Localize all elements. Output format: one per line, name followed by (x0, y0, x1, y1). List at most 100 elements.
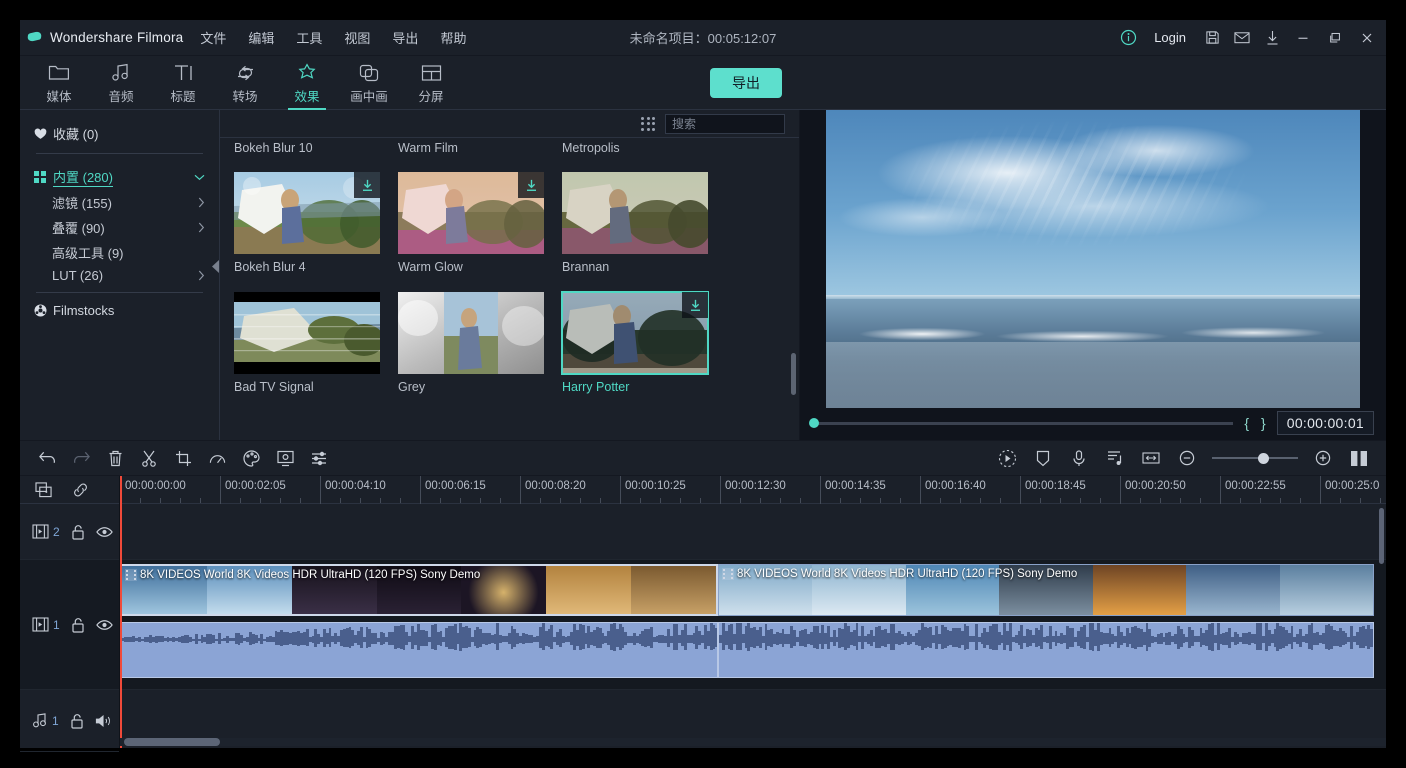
sidebar-item-filmstocks[interactable]: Filmstocks (20, 293, 219, 328)
effects-scroll-area[interactable]: Bokeh Blur 10 Warm Film Metropolis (220, 138, 799, 440)
effect-card-selected[interactable]: Harry Potter (562, 292, 708, 394)
redo-icon[interactable] (64, 443, 98, 473)
download-badge-icon[interactable] (682, 292, 708, 318)
scrub-track[interactable] (812, 422, 1233, 425)
maximize-button[interactable] (1320, 23, 1350, 53)
fit-timeline-icon[interactable] (1134, 443, 1168, 473)
eye-icon[interactable] (96, 526, 113, 538)
timeline-vertical-scrollbar[interactable] (1379, 508, 1384, 564)
preview-scrub-bar: { } 00:00:00:01 (800, 408, 1386, 438)
tab-split-screen[interactable]: 分屏 (400, 55, 462, 109)
effect-card[interactable]: Brannan (562, 172, 708, 274)
playhead[interactable] (120, 476, 122, 748)
audio-track-icon (32, 713, 48, 728)
menu-file[interactable]: 文件 (189, 24, 237, 51)
tool-tabs-bar: 媒体 音频 标题 转场 (20, 56, 1386, 110)
timeline-track-video-1[interactable]: 8K VIDEOS World 8K Videos HDR UltraHD (1… (120, 560, 1386, 690)
menu-help[interactable]: 帮助 (429, 24, 477, 51)
tab-media-label: 媒体 (46, 86, 71, 105)
track-header-audio-1[interactable]: 1 (20, 690, 119, 752)
tab-effects[interactable]: 效果 (276, 55, 338, 109)
tab-transition[interactable]: 转场 (214, 55, 276, 109)
login-button[interactable]: Login (1144, 30, 1196, 45)
menu-tools[interactable]: 工具 (285, 24, 333, 51)
info-icon[interactable] (1114, 24, 1142, 52)
menu-view[interactable]: 视图 (333, 24, 381, 51)
link-icon[interactable] (70, 480, 90, 500)
sidebar-item-favorites[interactable]: 收藏 (0) (20, 120, 219, 153)
tab-title[interactable]: 标题 (152, 55, 214, 109)
effect-card[interactable]: Bokeh Blur 4 (234, 172, 380, 274)
tab-pip[interactable]: 画中画 (338, 55, 400, 109)
preview-timecode[interactable]: 00:00:00:01 (1277, 411, 1374, 435)
collapse-panel-handle[interactable] (212, 260, 220, 273)
timeline-scroll-area[interactable]: 00:00:00:00 00:00:02:05 00:00:04:10 00:0… (120, 476, 1386, 748)
menu-edit[interactable]: 编辑 (237, 24, 285, 51)
effect-thumbnail (562, 172, 708, 254)
audio-mixer-icon[interactable] (302, 443, 336, 473)
speaker-icon[interactable] (95, 714, 112, 728)
eye-icon[interactable] (96, 619, 113, 631)
scrub-handle[interactable] (809, 418, 819, 428)
voiceover-icon[interactable] (1062, 443, 1096, 473)
timeline-clip[interactable]: 8K VIDEOS World 8K Videos HDR UltraHD (1… (120, 564, 718, 616)
clip-audio-waveform[interactable] (718, 622, 1374, 678)
unlock-icon[interactable] (71, 524, 85, 540)
speed-icon[interactable] (200, 443, 234, 473)
download-icon[interactable] (1258, 24, 1286, 52)
timeline-zoom-slider[interactable] (1212, 451, 1298, 465)
download-badge-icon[interactable] (518, 172, 544, 198)
sidebar-item-filters[interactable]: 滤镜 (155) (20, 190, 219, 215)
mail-icon[interactable] (1228, 24, 1256, 52)
zoom-in-icon[interactable] (1306, 443, 1340, 473)
timeline-horizontal-scrollbar[interactable] (124, 738, 220, 746)
track-header-video-1[interactable]: 1 (20, 560, 119, 690)
video-track-icon (32, 617, 49, 632)
timeline-ruler[interactable]: 00:00:00:00 00:00:02:05 00:00:04:10 00:0… (120, 476, 1386, 504)
grid-icon (34, 171, 46, 183)
effects-vertical-scrollbar[interactable] (791, 353, 796, 395)
sidebar-item-builtin[interactable]: 内置 (280) (20, 164, 219, 190)
render-preview-icon[interactable] (990, 443, 1024, 473)
unlock-icon[interactable] (70, 713, 84, 729)
track-header-video-2[interactable]: 2 (20, 504, 119, 560)
clip-audio-waveform[interactable] (120, 622, 718, 678)
grid-view-icon[interactable] (641, 117, 655, 131)
effect-card[interactable]: Bad TV Signal (234, 292, 380, 394)
sidebar-item-advanced-tools[interactable]: 高级工具 (9) (20, 240, 219, 265)
crop-icon[interactable] (166, 443, 200, 473)
color-palette-icon[interactable] (234, 443, 268, 473)
zoom-slider-thumb[interactable] (1258, 453, 1269, 464)
export-button[interactable]: 导出 (710, 68, 782, 98)
save-icon[interactable] (1198, 24, 1226, 52)
mark-out-icon[interactable]: } (1260, 415, 1267, 431)
add-track-icon[interactable] (34, 480, 54, 500)
sidebar-item-lut[interactable]: LUT (26) (20, 265, 219, 286)
split-scissors-icon[interactable] (132, 443, 166, 473)
minimize-button[interactable] (1288, 23, 1318, 53)
audio-detach-icon[interactable] (1098, 443, 1132, 473)
close-button[interactable] (1352, 23, 1382, 53)
filmstocks-icon (34, 304, 47, 317)
timeline-track-video-2[interactable] (120, 504, 1386, 560)
undo-icon[interactable] (30, 443, 64, 473)
tab-audio[interactable]: 音频 (90, 55, 152, 109)
green-screen-icon[interactable] (268, 443, 302, 473)
panel-layout-icon[interactable] (1342, 443, 1376, 473)
effect-card[interactable]: Grey (398, 292, 544, 394)
zoom-rail (1212, 457, 1298, 459)
timeline-toolbar-right (990, 443, 1376, 473)
effect-card[interactable]: Warm Glow (398, 172, 544, 274)
search-box[interactable] (665, 114, 785, 134)
timeline-clip[interactable]: 8K VIDEOS World 8K Videos HDR UltraHD (1… (718, 564, 1374, 616)
tab-media[interactable]: 媒体 (28, 55, 90, 109)
zoom-out-icon[interactable] (1170, 443, 1204, 473)
delete-icon[interactable] (98, 443, 132, 473)
video-viewport[interactable] (800, 110, 1386, 408)
download-badge-icon[interactable] (354, 172, 380, 198)
sidebar-item-overlays[interactable]: 叠覆 (90) (20, 215, 219, 240)
marker-icon[interactable] (1026, 443, 1060, 473)
unlock-icon[interactable] (71, 617, 85, 633)
mark-in-icon[interactable]: { (1243, 415, 1250, 431)
menu-export[interactable]: 导出 (381, 24, 429, 51)
